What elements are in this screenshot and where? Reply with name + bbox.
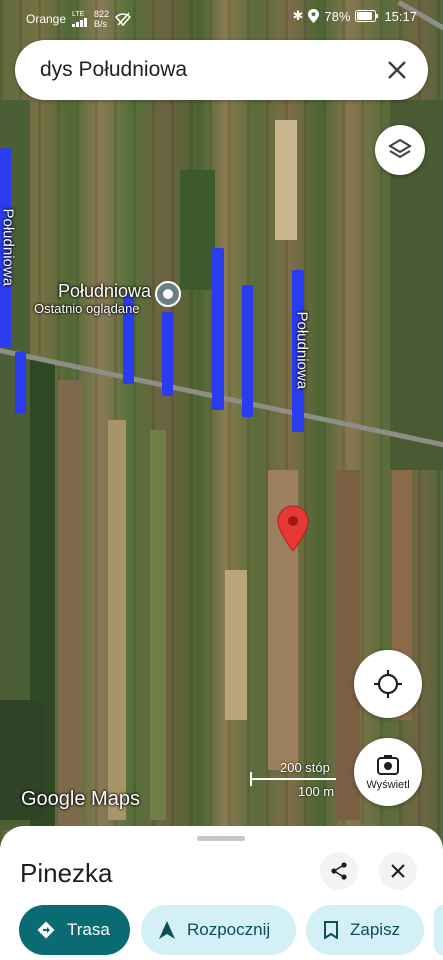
save-chip-label: Zapisz — [350, 920, 401, 939]
wifi-off-icon — [115, 12, 132, 26]
camera-lens-icon — [377, 754, 399, 775]
network-type-label: LTE — [72, 11, 85, 18]
close-icon[interactable] — [386, 59, 408, 81]
bottom-sheet[interactable]: Pinezka Trasa Rozpocznij Zapisz — [0, 826, 443, 960]
bookmark-icon — [324, 921, 338, 939]
more-chip-partial[interactable] — [434, 905, 443, 955]
street-highlight — [212, 248, 224, 410]
directions-icon — [37, 921, 55, 939]
search-query-text[interactable]: dys Południowa — [40, 58, 187, 82]
place-name-label: Południowa — [58, 281, 152, 301]
bluetooth-icon: ✱ — [292, 8, 304, 23]
status-bar: Orange LTE 822 B/s ✱ 78% 15:17 — [0, 0, 443, 34]
carrier-label: Orange — [26, 12, 67, 26]
google-maps-watermark: Google Maps — [21, 788, 140, 810]
share-icon — [331, 862, 347, 880]
view-button-label: Wyświetl — [366, 778, 410, 791]
clock: 15:17 — [384, 8, 417, 24]
street-label: Południowa — [0, 208, 17, 287]
sheet-drag-handle[interactable] — [197, 836, 245, 841]
view-button[interactable]: Wyświetl — [354, 738, 422, 806]
directions-chip[interactable]: Trasa — [19, 905, 130, 955]
street-highlight — [15, 352, 26, 414]
data-speed: 822 B/s — [94, 9, 109, 29]
my-location-button[interactable] — [354, 650, 422, 718]
place-subtitle-label: Ostatnio oglądane — [34, 301, 140, 316]
layers-button[interactable] — [375, 125, 425, 175]
location-icon — [308, 9, 320, 23]
close-icon — [391, 864, 405, 878]
street-highlight — [162, 312, 173, 396]
start-chip-label: Rozpocznij — [187, 920, 271, 939]
map-scale: 200 stóp 100 m — [250, 760, 340, 800]
data-speed-unit: B/s — [94, 19, 108, 29]
dropped-pin-icon[interactable] — [277, 505, 309, 553]
directions-chip-label: Trasa — [67, 920, 110, 939]
search-bar[interactable]: dys Południowa — [15, 40, 428, 100]
layers-icon — [388, 138, 412, 159]
sheet-title: Pinezka — [20, 858, 113, 888]
save-chip[interactable]: Zapisz — [306, 905, 424, 955]
battery-percent: 78% — [324, 8, 351, 24]
close-sheet-button[interactable] — [379, 852, 417, 890]
share-button[interactable] — [320, 852, 358, 890]
street-label: Południowa — [293, 311, 311, 390]
navigation-arrow-icon — [159, 921, 175, 939]
start-chip[interactable]: Rozpocznij — [141, 905, 296, 955]
crosshair-icon — [374, 670, 402, 698]
street-highlight — [242, 285, 253, 417]
scale-feet-label: 200 stóp — [280, 760, 330, 775]
signal-icon: LTE — [72, 11, 88, 27]
battery-icon — [355, 10, 379, 22]
recent-place-marker-icon[interactable] — [155, 281, 181, 307]
scale-meters-label: 100 m — [298, 784, 335, 799]
data-speed-value: 822 — [94, 9, 110, 19]
